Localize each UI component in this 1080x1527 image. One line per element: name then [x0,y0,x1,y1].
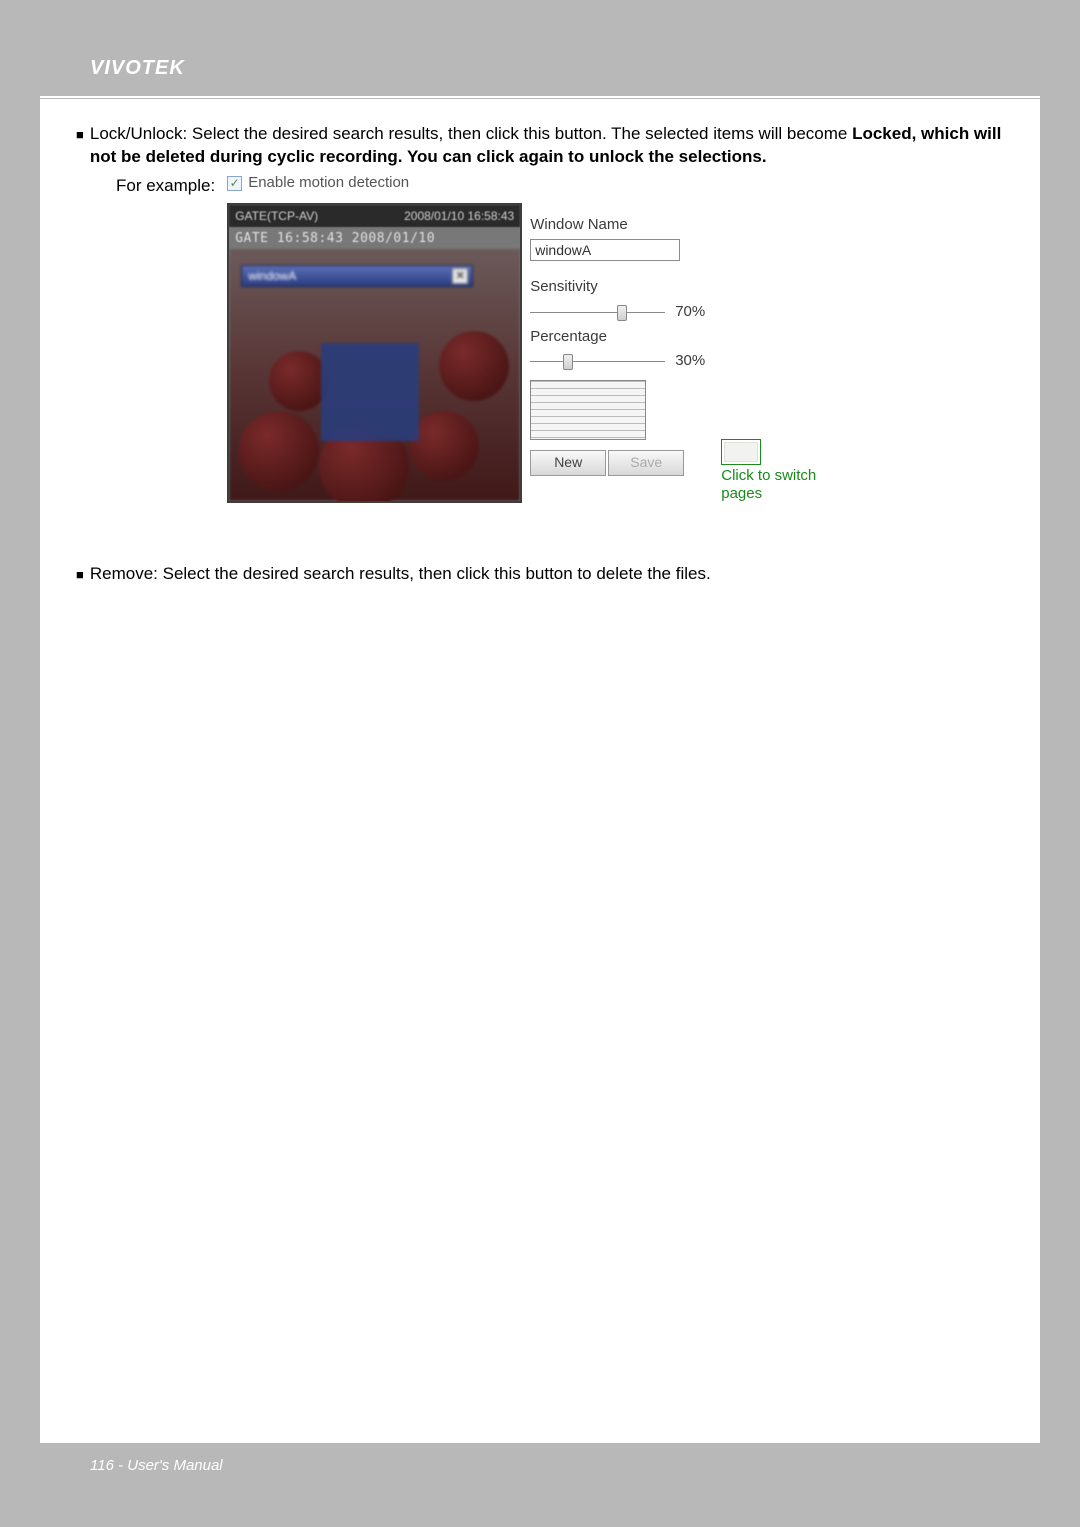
enable-motion-row[interactable]: ✓ Enable motion detection [227,173,841,193]
motion-bar-graph [530,380,646,440]
percentage-slider[interactable] [530,361,665,362]
switch-pages-note: Click to switch pages [721,467,841,503]
enable-motion-checkbox[interactable]: ✓ [227,176,242,191]
page-header: VIVOTEK [40,40,1040,96]
percentage-slider-row: 30% [530,351,705,372]
pager-box-inner [724,442,758,462]
percentage-thumb[interactable] [563,354,573,370]
bullet-remove: ■ Remove: Select the desired search resu… [76,563,1004,586]
motion-window-label: windowA [248,268,296,284]
video-title-left: GATE(TCP-AV) [235,208,318,224]
controls-column: Window Name Sensitivity 70% Percentage [530,203,705,476]
for-example-label: For example: [116,173,215,198]
footer-text: 116 - User's Manual [90,1457,223,1474]
panel-body: GATE(TCP-AV) 2008/01/10 16:58:43 GATE 16… [227,203,841,503]
video-title-right: 2008/01/10 16:58:43 [404,208,514,224]
new-button[interactable]: New [530,450,606,476]
save-button[interactable]: Save [608,450,684,476]
window-name-label: Window Name [530,215,705,235]
lock-unlock-prefix: Lock/Unlock: Select the desired search r… [90,124,852,143]
video-scene: windowA ✕ [229,249,520,501]
percentage-value: 30% [675,351,705,371]
remove-text: Remove: Select the desired search result… [90,563,1004,586]
page-content: ■ Lock/Unlock: Select the desired search… [40,99,1040,1443]
pager-box[interactable] [721,439,761,465]
enable-motion-label: Enable motion detection [248,173,409,193]
sensitivity-thumb[interactable] [617,305,627,321]
bullet-lock-unlock: ■ Lock/Unlock: Select the desired search… [76,123,1004,169]
close-icon[interactable]: ✕ [452,268,468,284]
window-name-input[interactable] [530,239,680,261]
bullet-text: Lock/Unlock: Select the desired search r… [90,123,1004,169]
video-preview[interactable]: GATE(TCP-AV) 2008/01/10 16:58:43 GATE 16… [227,203,522,503]
percentage-label: Percentage [530,327,705,347]
sensitivity-slider-row: 70% [530,302,705,323]
sensitivity-slider[interactable] [530,312,665,313]
sensitivity-label: Sensitivity [530,277,705,297]
bullet-icon: ■ [76,566,84,584]
video-titlebar: GATE(TCP-AV) 2008/01/10 16:58:43 [229,205,520,227]
video-subtitle: GATE 16:58:43 2008/01/10 [229,227,520,251]
example-block: For example: ✓ Enable motion detection G… [116,173,1004,503]
bullet-icon: ■ [76,126,84,144]
button-row: New Save [530,450,705,476]
sensitivity-value: 70% [675,302,705,322]
motion-detection-panel: ✓ Enable motion detection GATE(TCP-AV) 2… [227,173,841,503]
motion-region[interactable] [321,343,419,441]
brand-title: VIVOTEK [90,57,185,80]
document-page: VIVOTEK ■ Lock/Unlock: Select the desire… [40,40,1040,1487]
page-footer: 116 - User's Manual [40,1443,1040,1487]
annotation-column: Click to switch pages [721,439,841,503]
motion-window-titlebar[interactable]: windowA ✕ [241,265,473,287]
